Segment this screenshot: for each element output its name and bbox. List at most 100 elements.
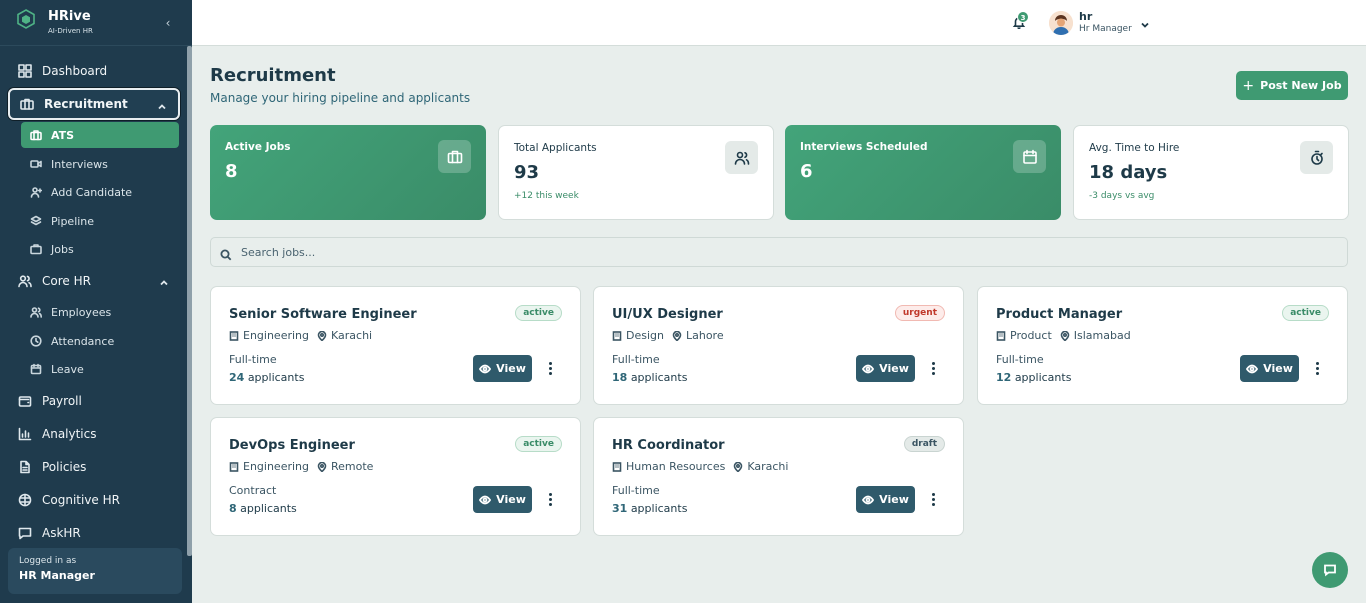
more-options-icon[interactable] [926, 359, 940, 377]
logged-in-role: HR Manager [19, 569, 95, 582]
job-applicants: 31 applicants [612, 502, 687, 515]
view-job-button[interactable]: View [473, 486, 532, 513]
chat-button[interactable] [1312, 552, 1348, 588]
brand-name: HRive [48, 9, 91, 24]
user-name: hr [1079, 10, 1093, 23]
sidebar-item-label: Analytics [42, 427, 97, 441]
job-type: Full-time [612, 484, 660, 497]
collapse-sidebar-button[interactable]: ‹ [160, 15, 176, 31]
avatar[interactable] [1049, 11, 1073, 35]
sidebar-subitem-jobs[interactable]: Jobs [21, 236, 179, 262]
view-job-button[interactable]: View [856, 355, 915, 382]
job-card: DevOps Engineer active Engineering Remot… [210, 417, 581, 536]
job-type: Full-time [229, 353, 277, 366]
sidebar-subitem-label: Jobs [51, 242, 74, 256]
chevron-down-icon[interactable] [1139, 16, 1151, 28]
more-options-icon[interactable] [1310, 359, 1324, 377]
sidebar-subitem-employees[interactable]: Employees [21, 299, 179, 325]
sidebar-subitem-leave[interactable]: Leave [21, 356, 179, 382]
more-options-icon[interactable] [926, 490, 940, 508]
sidebar-item-cognitive-hr[interactable]: Cognitive HR [8, 485, 180, 515]
sidebar-item-payroll[interactable]: Payroll [8, 386, 180, 416]
users-icon [18, 274, 32, 288]
sidebar-subitem-attendance[interactable]: Attendance [21, 328, 179, 354]
view-job-button[interactable]: View [1240, 355, 1299, 382]
sidebar-scrollbar[interactable] [187, 46, 192, 556]
job-type: Full-time [612, 353, 660, 366]
job-location: Islamabad [1073, 329, 1131, 342]
sidebar-item-label: AskHR [42, 526, 81, 540]
job-meta: Engineering Remote [229, 460, 373, 473]
more-options-icon[interactable] [543, 359, 557, 377]
sidebar-subitem-ats[interactable]: ATS [21, 122, 179, 148]
view-label: View [879, 493, 909, 506]
sidebar-item-label: Policies [42, 460, 87, 474]
stat-label: Interviews Scheduled [800, 141, 928, 153]
stat-label: Avg. Time to Hire [1089, 142, 1180, 154]
job-applicants: 24 applicants [229, 371, 304, 384]
view-label: View [1263, 362, 1293, 375]
stat-card-total-applicants: Total Applicants 93 +12 this week [498, 125, 774, 220]
map-pin-icon [672, 330, 682, 341]
view-job-button[interactable]: View [856, 486, 915, 513]
job-meta: Human Resources Karachi [612, 460, 788, 473]
view-label: View [879, 362, 909, 375]
message-icon [18, 526, 32, 540]
applicant-count: 31 [612, 502, 628, 515]
stat-card-avg-time-to-hire: Avg. Time to Hire 18 days -3 days vs avg [1073, 125, 1349, 220]
stat-card-active-jobs: Active Jobs 8 [210, 125, 486, 220]
sidebar-item-analytics[interactable]: Analytics [8, 419, 180, 449]
sidebar-subitem-pipeline[interactable]: Pipeline [21, 208, 179, 234]
job-location: Karachi [331, 329, 373, 342]
notification-badge: 3 [1017, 11, 1029, 23]
briefcase-icon [438, 140, 471, 173]
job-department: Human Resources [626, 460, 726, 473]
job-card: Product Manager active Product Islamabad… [977, 286, 1348, 405]
user-role: Hr Manager [1079, 24, 1132, 34]
stat-value: 93 [514, 162, 540, 183]
sidebar-subitem-interviews[interactable]: Interviews [21, 151, 179, 177]
map-pin-icon [1060, 330, 1070, 341]
eye-icon [862, 495, 875, 504]
map-pin-icon [317, 461, 327, 472]
view-label: View [496, 493, 526, 506]
job-title: Senior Software Engineer [229, 307, 417, 322]
logged-in-panel: Logged in as HR Manager [8, 548, 182, 594]
bar-chart-icon [18, 427, 32, 441]
sidebar-subitem-add-candidate[interactable]: Add Candidate [21, 179, 179, 205]
hexagon-logo-icon [16, 9, 36, 29]
stat-card-interviews-scheduled: Interviews Scheduled 6 [785, 125, 1061, 220]
search-icon [220, 246, 232, 261]
plus-icon: + [1242, 77, 1255, 94]
sidebar-item-dashboard[interactable]: Dashboard [8, 56, 180, 86]
applicant-count: 8 [229, 502, 237, 515]
sidebar-subitem-label: Interviews [51, 157, 108, 171]
job-meta: Engineering Karachi [229, 329, 372, 342]
search-input[interactable] [241, 245, 1241, 259]
post-new-job-label: Post New Job [1260, 79, 1342, 92]
more-options-icon[interactable] [543, 490, 557, 508]
view-job-button[interactable]: View [473, 355, 532, 382]
job-department: Engineering [243, 329, 309, 342]
sidebar-item-askhr[interactable]: AskHR [8, 518, 180, 548]
job-location: Lahore [685, 329, 724, 342]
sidebar-subitem-label: Attendance [51, 334, 115, 348]
status-badge: active [1282, 305, 1329, 321]
job-meta: Product Islamabad [996, 329, 1131, 342]
job-department: Design [626, 329, 664, 342]
sidebar-item-label: Recruitment [44, 97, 128, 111]
building-icon [229, 330, 239, 341]
brand: HRive AI-Driven HR ‹ [0, 0, 192, 46]
job-title: Product Manager [996, 307, 1123, 322]
file-icon [18, 460, 32, 474]
topbar [192, 0, 1366, 46]
page-title: Recruitment [210, 65, 336, 86]
sidebar-item-core-hr[interactable]: Core HR [8, 266, 180, 296]
stat-label: Active Jobs [225, 141, 291, 153]
status-badge: active [515, 436, 562, 452]
job-card: Senior Software Engineer active Engineer… [210, 286, 581, 405]
sidebar-item-recruitment[interactable]: Recruitment [8, 88, 180, 120]
building-icon [229, 461, 239, 472]
sidebar-item-policies[interactable]: Policies [8, 452, 180, 482]
post-new-job-button[interactable]: + Post New Job [1236, 71, 1348, 100]
